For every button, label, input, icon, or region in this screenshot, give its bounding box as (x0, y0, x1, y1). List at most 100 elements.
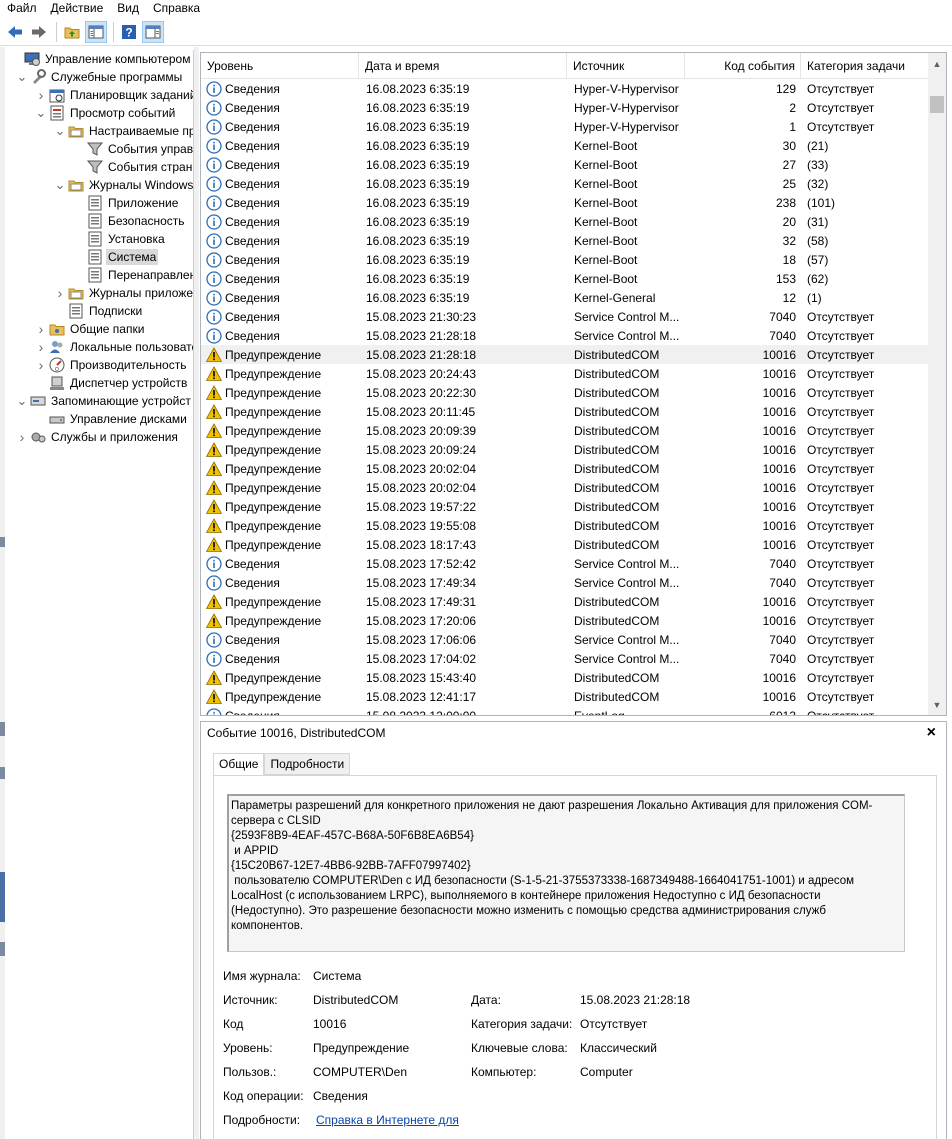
event-row[interactable]: Предупреждение 15.08.2023 17:20:06 Distrib… (201, 611, 928, 630)
chevron-down-icon[interactable]: ⌄ (54, 178, 66, 191)
chevron-right-icon[interactable]: › (54, 285, 66, 301)
tree-item[interactable]: ⌄ Запоминающие устройст (16, 392, 193, 410)
online-help-link[interactable]: Справка в Интернете для (316, 1113, 459, 1127)
event-row[interactable]: Сведения 16.08.2023 6:35:19 Hyper-V-Hyperv… (201, 98, 928, 117)
tree-item[interactable]: › O Производительность (35, 356, 188, 374)
event-row[interactable]: Сведения 15.08.2023 17:49:34 Service Contr… (201, 573, 928, 592)
back-button[interactable] (4, 21, 26, 43)
event-row[interactable]: Сведения 15.08.2023 12:00:00EventLog6013О… (201, 706, 928, 715)
up-level-button[interactable] (61, 21, 83, 43)
event-row[interactable]: Сведения 15.08.2023 17:06:06 Service Contr… (201, 630, 928, 649)
event-row[interactable]: Сведения 16.08.2023 6:35:19 Kernel-Boot 238… (201, 193, 928, 212)
column-task-category[interactable]: Категория задачи (801, 53, 928, 79)
chevron-right-icon[interactable]: › (35, 357, 47, 373)
folder-icon (68, 180, 84, 192)
tree-item[interactable]: › Планировщик заданий (35, 86, 193, 104)
event-row[interactable]: Сведения 16.08.2023 6:35:19 Kernel-General… (201, 288, 928, 307)
chevron-down-icon[interactable]: ⌄ (16, 394, 28, 407)
tree-item[interactable]: Диспетчер устройств (35, 374, 189, 392)
event-id-cell: 10016 (762, 518, 796, 533)
chevron-right-icon[interactable]: › (35, 339, 47, 355)
tree-item[interactable]: Безопасность (73, 212, 187, 230)
event-row[interactable]: Предупреждение 15.08.2023 19:55:08 Distrib… (201, 516, 928, 535)
event-source-cell: Kernel-Boot (574, 138, 638, 153)
event-row[interactable]: Предупреждение 15.08.2023 20:02:04 Distrib… (201, 478, 928, 497)
event-row[interactable]: Сведения 16.08.2023 6:35:19 Kernel-Boot 30 (… (201, 136, 928, 155)
event-row[interactable]: Предупреждение 15.08.2023 20:09:39 Distrib… (201, 421, 928, 440)
tree-item[interactable]: › Службы и приложения (16, 428, 180, 446)
tree-item[interactable]: Система (73, 248, 159, 266)
event-row[interactable]: Предупреждение 15.08.2023 21:28:18 Distrib… (201, 345, 928, 364)
tree-item[interactable]: Установка (73, 230, 167, 248)
tree-item[interactable]: Управление компьютером (л (10, 50, 193, 68)
tree-item[interactable]: › Локальные пользовате (35, 338, 193, 356)
event-row[interactable]: Сведения 16.08.2023 6:35:19 Hyper-V-Hyperv… (201, 117, 928, 136)
event-row[interactable]: Предупреждение 15.08.2023 15:43:40 Distrib… (201, 668, 928, 687)
tree-item[interactable]: Управление дисками (35, 410, 189, 428)
event-row[interactable]: Предупреждение 15.08.2023 20:11:45 Distrib… (201, 402, 928, 421)
event-row[interactable]: Предупреждение 15.08.2023 20:22:30 Distrib… (201, 383, 928, 402)
menu-help[interactable]: Справка (146, 0, 207, 17)
scroll-down-icon[interactable]: ▼ (928, 696, 946, 713)
event-row[interactable]: Сведения 15.08.2023 21:28:18 Service Contr… (201, 326, 928, 345)
event-id-cell: 6013 (685, 709, 801, 716)
scrollbar-thumb[interactable] (930, 96, 944, 113)
show-hide-action-pane-button[interactable] (142, 20, 164, 43)
event-row[interactable]: Сведения 15.08.2023 21:30:23 Service Contr… (201, 307, 928, 326)
event-row[interactable]: Предупреждение 15.08.2023 20:24:43 Distrib… (201, 364, 928, 383)
tree-item[interactable]: Приложение (73, 194, 180, 212)
chevron-down-icon[interactable]: ⌄ (16, 70, 28, 83)
event-row[interactable]: Сведения 16.08.2023 6:35:19 Kernel-Boot 27 (… (201, 155, 928, 174)
menu-view[interactable]: Вид (110, 0, 146, 17)
tree-item[interactable]: Перенаправлен (73, 266, 193, 284)
tab-details[interactable]: Подробности (264, 753, 351, 775)
event-row[interactable]: Предупреждение 15.08.2023 18:17:43 Distrib… (201, 535, 928, 554)
chevron-down-icon[interactable]: ⌄ (35, 106, 47, 119)
info-icon (206, 289, 222, 306)
event-row[interactable]: Сведения 16.08.2023 6:35:19 Kernel-Boot 20 (… (201, 212, 928, 231)
column-event-id[interactable]: Код события (685, 53, 801, 79)
event-row[interactable]: Сведения 16.08.2023 6:35:19 Hyper-V-Hyperv… (201, 79, 928, 98)
event-row[interactable]: Сведения 15.08.2023 17:52:42 Service Contr… (201, 554, 928, 573)
column-level[interactable]: Уровень (201, 53, 359, 79)
column-date-time[interactable]: Дата и время (359, 53, 567, 79)
tree-item[interactable]: Подписки (54, 302, 144, 320)
tree-item[interactable]: › Общие папки (35, 320, 146, 338)
event-row[interactable]: Предупреждение 15.08.2023 12:41:17 Distrib… (201, 687, 928, 706)
scroll-up-icon[interactable]: ▲ (928, 55, 946, 72)
close-icon[interactable]: × (927, 724, 936, 742)
event-row[interactable]: Сведения 16.08.2023 6:35:19 Kernel-Boot 32 (… (201, 231, 928, 250)
info-icon (206, 175, 222, 192)
tree-item[interactable]: ⌄ Служебные программы (16, 68, 184, 86)
tree-item[interactable]: ⌄ Настраиваемые пр (54, 122, 193, 140)
menu-file[interactable]: Файл (0, 0, 44, 17)
help-button[interactable]: ? (118, 21, 140, 43)
chevron-right-icon[interactable]: › (35, 321, 47, 337)
tree-item[interactable]: События управ. (73, 140, 193, 158)
chevron-right-icon[interactable]: › (35, 87, 47, 103)
chevron-down-icon[interactable]: ⌄ (54, 124, 66, 137)
event-row[interactable]: Сведения 15.08.2023 17:04:02 Service Contr… (201, 649, 928, 668)
event-row[interactable]: Предупреждение 15.08.2023 20:09:24 Distrib… (201, 440, 928, 459)
event-message[interactable]: Параметры разрешений для конкретного при… (227, 794, 905, 952)
show-hide-console-tree-button[interactable] (85, 20, 107, 43)
tree-item-label: События страни (108, 160, 194, 174)
tree-item[interactable]: ⌄ Журналы Windows (54, 176, 193, 194)
chevron-right-icon[interactable]: › (16, 429, 28, 445)
event-row[interactable]: Сведения 16.08.2023 6:35:19 Kernel-Boot 18 (… (201, 250, 928, 269)
column-source[interactable]: Источник (567, 53, 685, 79)
event-row[interactable]: Сведения 16.08.2023 6:35:19 Kernel-Boot 153… (201, 269, 928, 288)
forward-button[interactable] (28, 21, 50, 43)
tree-item[interactable]: События страни (73, 158, 194, 176)
pane-splitter[interactable] (194, 47, 199, 1139)
event-row[interactable]: Предупреждение 15.08.2023 17:49:31 Distrib… (201, 592, 928, 611)
event-row[interactable]: Сведения 16.08.2023 6:35:19 Kernel-Boot 25 (… (201, 174, 928, 193)
event-row[interactable]: Предупреждение 15.08.2023 20:02:04 Distrib… (201, 459, 928, 478)
tree-item[interactable]: ⌄ Просмотр событий (35, 104, 177, 122)
event-list-scrollbar[interactable]: ▲ ▼ (928, 53, 946, 715)
event-id-cell: 129 (775, 81, 796, 96)
tree-item[interactable]: › Журналы приложе (54, 284, 193, 302)
event-row[interactable]: Предупреждение 15.08.2023 19:57:22 Distrib… (201, 497, 928, 516)
tab-general[interactable]: Общие (213, 753, 265, 776)
menu-action[interactable]: Действие (44, 0, 111, 17)
